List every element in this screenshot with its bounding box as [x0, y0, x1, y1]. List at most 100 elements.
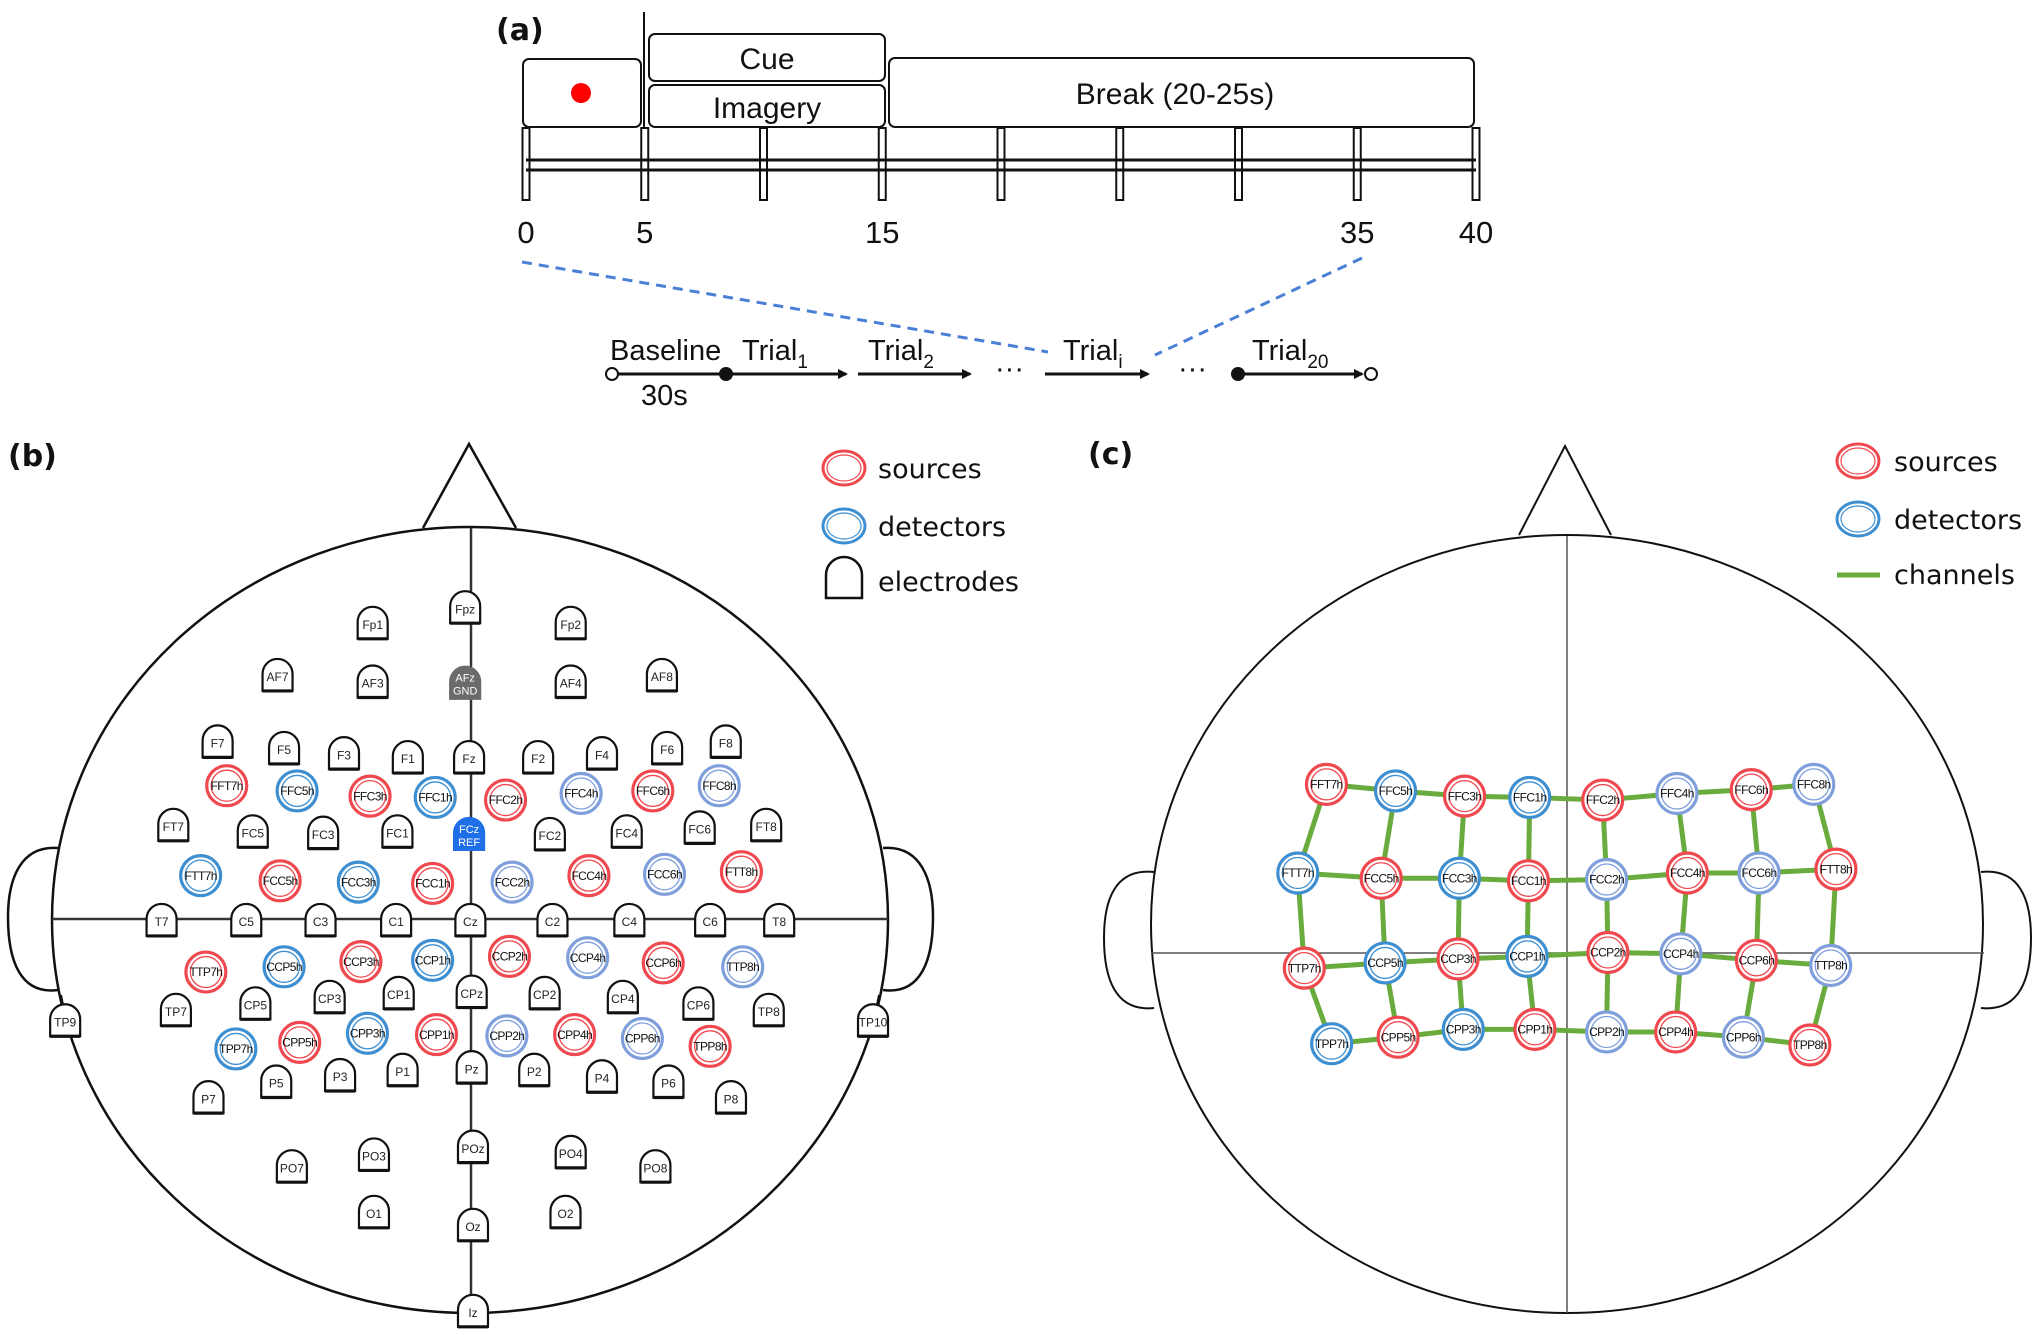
optode-label: CPP5h [282, 1036, 317, 1050]
electrode-P5: P5 [260, 1064, 293, 1100]
c-detector-CPP3h: CPP3h [1441, 1007, 1485, 1051]
electrode-label: TP10 [859, 1015, 888, 1029]
electrode-label: C5 [239, 915, 255, 929]
optode-label: FCC2h [495, 875, 530, 889]
optode-label: FFC5h [280, 784, 314, 798]
timeline-tick-label: 35 [1340, 215, 1374, 250]
c-source-TPP8h: TPP8h [1788, 1023, 1832, 1067]
optode-label: TTP7h [189, 965, 222, 979]
electrode-label: Fpz [455, 602, 475, 616]
legend-c-source-icon [1835, 442, 1881, 480]
break-label: Break (20-25s) [1076, 78, 1274, 111]
electrode-Fpz: Fpz [449, 590, 482, 625]
nose [421, 441, 518, 529]
electrode-AFz: AFzGND [449, 665, 482, 700]
electrode-T8: T8 [763, 902, 796, 938]
b-detector-FCC2h: FCC2h [490, 860, 534, 904]
electrode-C1: C1 [380, 902, 413, 938]
electrode-label: FC2 [539, 829, 562, 843]
left-ear-c [1102, 870, 1155, 1010]
optode-label: CCP2h [492, 950, 528, 964]
b-detector-TPP7h: TPP7h [214, 1027, 258, 1071]
b-source-FFC3h: FFC3h [348, 774, 392, 818]
panel-c: (c) FFT7h FFC5h FFC3h FFC1h FFC2h FFC4h FFC6h F… [1088, 437, 2033, 1314]
electrode-label: PO8 [643, 1161, 667, 1175]
optode-label: CPP2h [1589, 1025, 1624, 1039]
electrode-P2: P2 [518, 1052, 551, 1088]
electrode-F7: F7 [201, 724, 234, 760]
trial-i-label: Triali [1063, 335, 1123, 373]
electrode-AF4: AF4 [554, 664, 587, 700]
cue-label: Cue [739, 43, 794, 76]
electrode-POz: POz [456, 1129, 490, 1165]
electrode-label: TP9 [54, 1015, 76, 1029]
optode-label: FFC6h [636, 784, 670, 798]
optode-label: CCP6h [1739, 953, 1775, 967]
optode-label: CCP1h [415, 953, 451, 967]
c-detector-FCC2h: FCC2h [1584, 857, 1629, 902]
electrode-PO7: PO7 [275, 1149, 308, 1184]
electrode-FCz: FCzREF [452, 816, 486, 852]
legend-electrode-icon [824, 555, 864, 600]
b-source-CCP2h: CCP2h [487, 934, 532, 979]
electrode-label: AFz [455, 673, 475, 685]
timeline-tick [1352, 127, 1362, 201]
optode-label: CPP4h [557, 1028, 592, 1042]
legend-b-detectors: detectors [878, 512, 1006, 543]
c-source-FTT8h: FTT8h [1814, 847, 1858, 891]
timeline-tick-label: 0 [517, 215, 534, 250]
electrode-label: PO7 [280, 1161, 304, 1175]
electrode-label: F8 [719, 737, 733, 751]
optode-label: FTT8h [1820, 862, 1852, 876]
optode-label: FFC2h [489, 793, 523, 807]
electrode-label: C2 [545, 915, 561, 929]
c-source-CCP3h: CCP3h [1436, 937, 1480, 981]
c-detector-CPP6h: CPP6h [1721, 1015, 1766, 1059]
timeline-tick-label: 5 [636, 215, 653, 250]
c-source-FCC1h: FCC1h [1506, 859, 1551, 903]
c-detector-CCP4h: CCP4h [1659, 932, 1703, 976]
c-detector-TPP7h: TPP7h [1310, 1022, 1354, 1066]
b-source-TTP7h: TTP7h [184, 950, 228, 994]
electrode-TP7: TP7 [159, 992, 193, 1028]
electrode-F8: F8 [709, 724, 742, 760]
timeline-tick [1234, 127, 1243, 201]
panel-b-label: (b) [8, 439, 57, 474]
optode-label: CPP1h [419, 1028, 454, 1042]
optode-label: FFC3h [1448, 789, 1482, 803]
electrode-label: TP7 [165, 1005, 187, 1019]
electrode-CP6: CP6 [682, 986, 715, 1021]
electrode-label: FT7 [163, 820, 185, 834]
optode-label: FFT7h [211, 779, 243, 793]
timeline-tick [640, 127, 650, 201]
electrode-label: FC1 [386, 826, 409, 840]
b-source-CPP4h: CPP4h [553, 1012, 597, 1057]
b-detector-FFC1h: FFC1h [413, 775, 457, 820]
optode-label: FFT7h [1310, 778, 1342, 792]
b-detector-CCP1h: CCP1h [410, 938, 455, 982]
electrode-CP4: CP4 [606, 979, 639, 1015]
b-source-FTT8h: FTT8h [719, 850, 764, 894]
c-detector-CCP5h: CCP5h [1363, 941, 1407, 985]
electrode-label: TP8 [758, 1005, 780, 1019]
legend-c-detectors: detectors [1894, 505, 2022, 536]
optode-label: TTP8h [726, 960, 759, 974]
optode-label: FFC8h [1797, 778, 1831, 792]
legend-b: sources detectors electrodes [821, 449, 1019, 600]
legend-c-detector-icon-inner [1840, 505, 1876, 533]
c-detector-CPP2h: CPP2h [1584, 1010, 1629, 1054]
electrode-label: FC4 [615, 826, 638, 840]
electrode-P8: P8 [714, 1080, 748, 1115]
electrode-PO4: PO4 [554, 1134, 587, 1170]
optode-label: CCP1h [1509, 950, 1545, 964]
electrode-F5: F5 [267, 730, 301, 766]
optode-label: FFC2h [1586, 793, 1620, 807]
electrode-label: FC3 [312, 828, 335, 842]
electrode-Iz: Iz [456, 1293, 490, 1329]
electrode-label: F7 [211, 737, 225, 751]
electrode-Fp2: Fp2 [554, 605, 587, 641]
electrode-label: C1 [388, 915, 404, 929]
optode-label: CPP2h [489, 1029, 524, 1043]
electrode-FC6: FC6 [683, 810, 716, 846]
optode-label: FCC5h [1364, 871, 1399, 885]
